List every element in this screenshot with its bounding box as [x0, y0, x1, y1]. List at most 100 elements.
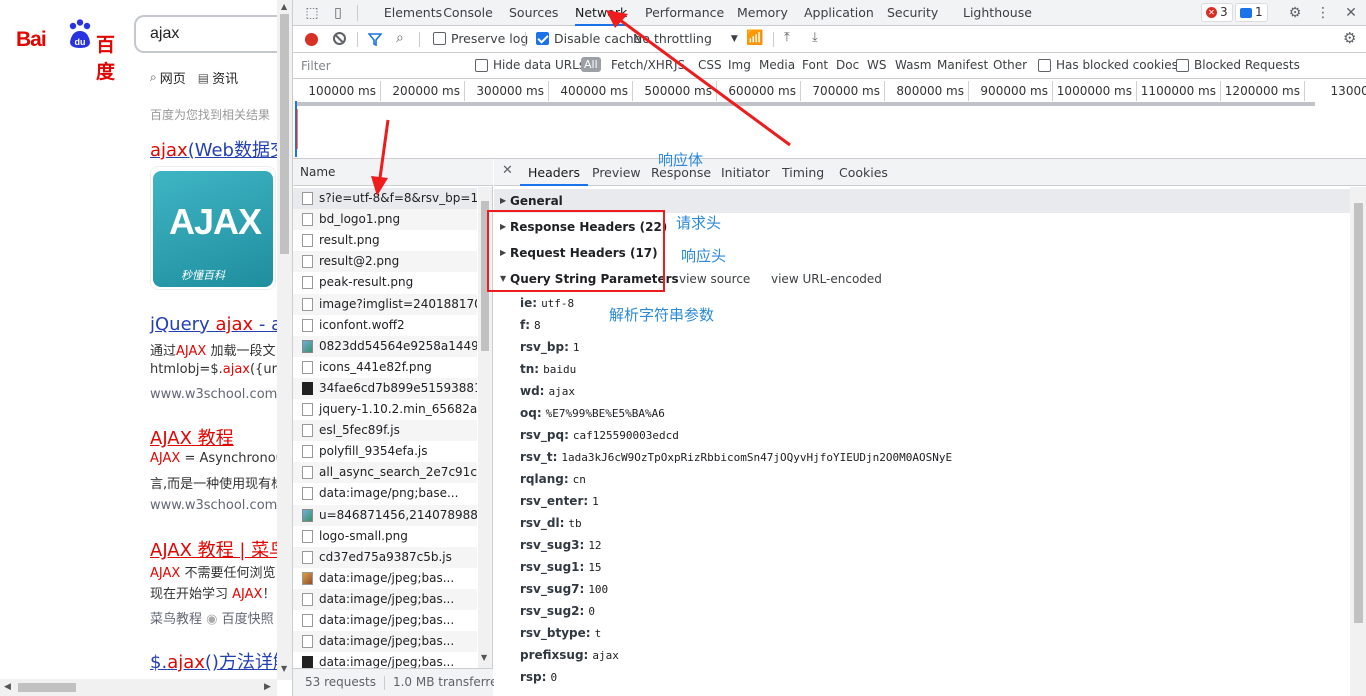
- tab-console[interactable]: Console: [443, 0, 493, 26]
- tab-web[interactable]: ⌕ 网页: [150, 68, 186, 87]
- result-2-url[interactable]: www.w3school.com.cn: [150, 387, 277, 402]
- tab-cookies[interactable]: Cookies: [839, 159, 888, 186]
- request-row[interactable]: image?imglist=2401881700_2: [293, 293, 477, 315]
- request-row[interactable]: 0823dd54564e9258a14496fc9: [293, 335, 477, 357]
- filter-wasm[interactable]: Wasm: [895, 58, 931, 72]
- page-vertical-scrollbar[interactable]: ▲ ▼: [277, 0, 292, 680]
- search-icon[interactable]: ⌕: [396, 30, 404, 46]
- page-horizontal-scrollbar[interactable]: ◀ ▶: [0, 679, 277, 696]
- search-input[interactable]: ajax: [134, 15, 277, 53]
- request-row[interactable]: data:image/png;base...: [293, 483, 477, 504]
- baidu-logo[interactable]: Bai du 百度: [16, 18, 120, 83]
- tab-memory[interactable]: Memory: [737, 0, 788, 26]
- throttling-select[interactable]: No throttling ▼: [633, 31, 738, 46]
- result-3-url[interactable]: www.w3school.com.cn: [150, 498, 277, 513]
- hide-data-urls-checkbox[interactable]: Hide data URLs: [475, 58, 585, 72]
- error-badge[interactable]: ✕ 3: [1201, 3, 1233, 22]
- result-title-4[interactable]: AJAX 教程 | 菜鸟: [150, 536, 277, 562]
- request-row[interactable]: jquery-1.10.2.min_65682a2.js: [293, 399, 477, 420]
- device-toolbar-icon[interactable]: ▯: [329, 4, 347, 22]
- scroll-thumb[interactable]: [1354, 203, 1363, 623]
- filter-js[interactable]: JS: [674, 58, 685, 72]
- request-row[interactable]: data:image/jpeg;bas...: [293, 631, 477, 653]
- more-vertical-icon[interactable]: ⋮: [1314, 4, 1332, 22]
- tab-preview[interactable]: Preview: [592, 159, 641, 186]
- request-row[interactable]: data:image/jpeg;bas...: [293, 588, 477, 610]
- disable-cache-checkbox[interactable]: Disable cache: [536, 31, 641, 46]
- network-conditions-icon[interactable]: 📶: [746, 30, 763, 46]
- scroll-left-icon[interactable]: ◀: [4, 682, 11, 692]
- filter-doc[interactable]: Doc: [836, 58, 859, 72]
- tab-news[interactable]: ▤ 资讯: [198, 68, 238, 88]
- details-scrollbar[interactable]: [1350, 187, 1366, 696]
- close-icon[interactable]: ✕: [1342, 4, 1360, 22]
- request-row[interactable]: result@2.png: [293, 251, 477, 273]
- scroll-thumb[interactable]: [18, 683, 76, 692]
- tab-lighthouse[interactable]: Lighthouse: [963, 0, 1032, 26]
- tab-application[interactable]: Application: [804, 0, 874, 26]
- filter-fetch-xhr[interactable]: Fetch/XHR: [611, 58, 673, 72]
- filter-img[interactable]: Img: [728, 58, 751, 72]
- filter-css[interactable]: CSS: [698, 58, 722, 72]
- checkbox-unchecked[interactable]: [1038, 58, 1051, 72]
- filter-manifest[interactable]: Manifest: [937, 58, 988, 72]
- blocked-requests-checkbox[interactable]: Blocked Requests: [1176, 58, 1300, 72]
- filter-icon[interactable]: [368, 33, 382, 46]
- request-row[interactable]: logo-small.png: [293, 526, 477, 547]
- filter-font[interactable]: Font: [802, 58, 828, 72]
- filter-other[interactable]: Other: [993, 58, 1027, 72]
- tab-initiator[interactable]: Initiator: [721, 159, 770, 186]
- request-row[interactable]: cd37ed75a9387c5b.js: [293, 546, 477, 568]
- scroll-thumb[interactable]: [280, 14, 289, 254]
- request-row[interactable]: all_async_search_2e7c91c.js: [293, 462, 477, 484]
- checkbox-unchecked[interactable]: [1176, 58, 1189, 72]
- scroll-down-icon[interactable]: ▼: [281, 664, 287, 673]
- has-blocked-cookies-checkbox[interactable]: Has blocked cookies: [1038, 58, 1178, 72]
- filter-input[interactable]: Filter: [297, 57, 467, 75]
- request-row[interactable]: esl_5fec89f.js: [293, 420, 477, 442]
- result-title-2[interactable]: jQuery ajax - aja: [150, 314, 277, 335]
- tab-headers[interactable]: Headers: [520, 159, 589, 186]
- settings-gear-icon[interactable]: ⚙: [1286, 4, 1304, 22]
- request-row[interactable]: bd_logo1.png: [293, 209, 477, 231]
- record-icon[interactable]: [305, 33, 318, 46]
- timeline-overview[interactable]: 100000 ms 200000 ms 300000 ms 400000 ms 5000…: [293, 79, 1366, 159]
- request-row[interactable]: s?ie=utf-8&f=8&rsv_bp=1&tn: [293, 188, 477, 209]
- clear-icon[interactable]: [333, 32, 346, 45]
- request-row[interactable]: u=846871456,2140789886&f...: [293, 504, 477, 526]
- ajax-baike-image[interactable]: AJAX 秒懂百科: [150, 166, 276, 290]
- filter-ws[interactable]: WS: [867, 58, 886, 72]
- request-row[interactable]: data:image/jpeg;bas...: [293, 610, 477, 631]
- upload-har-icon[interactable]: ⤒: [784, 30, 790, 45]
- filter-all[interactable]: All: [581, 57, 601, 72]
- view-source-link[interactable]: view source: [679, 267, 750, 291]
- request-row[interactable]: 34fae6cd7b899e51593881464: [293, 377, 477, 399]
- request-row[interactable]: iconfont.woff2: [293, 315, 477, 336]
- tab-performance[interactable]: Performance: [645, 0, 724, 26]
- checkbox-checked[interactable]: [536, 32, 549, 45]
- result-title-5[interactable]: $.ajax()方法详解: [150, 648, 277, 674]
- scroll-right-icon[interactable]: ▶: [264, 682, 271, 692]
- inspect-element-icon[interactable]: ⬚: [303, 4, 321, 22]
- request-row[interactable]: data:image/jpeg;bas...: [293, 568, 477, 589]
- scroll-down-icon[interactable]: ▼: [481, 653, 487, 662]
- tab-security[interactable]: Security: [887, 0, 938, 26]
- request-row[interactable]: result.png: [293, 230, 477, 251]
- preserve-log-checkbox[interactable]: Preserve log: [433, 31, 528, 46]
- request-row[interactable]: polyfill_9354efa.js: [293, 441, 477, 462]
- request-row[interactable]: icons_441e82f.png: [293, 357, 477, 378]
- tab-timing[interactable]: Timing: [782, 159, 824, 186]
- network-settings-gear-icon[interactable]: ⚙: [1343, 29, 1356, 47]
- checkbox-unchecked[interactable]: [475, 58, 488, 72]
- scroll-up-icon[interactable]: ▲: [281, 2, 287, 11]
- tab-network[interactable]: Network: [575, 0, 627, 26]
- view-url-encoded-link[interactable]: view URL-encoded: [771, 267, 882, 291]
- result-4-source[interactable]: 菜鸟教程 ◉ 百度快照: [150, 608, 274, 627]
- request-row[interactable]: peak-result.png: [293, 272, 477, 293]
- checkbox-unchecked[interactable]: [433, 32, 446, 45]
- tab-elements[interactable]: Elements: [375, 0, 451, 26]
- close-icon[interactable]: ✕: [502, 163, 513, 178]
- column-header-name[interactable]: Name: [293, 159, 493, 186]
- message-badge[interactable]: 1: [1235, 3, 1268, 22]
- tab-sources[interactable]: Sources: [509, 0, 558, 26]
